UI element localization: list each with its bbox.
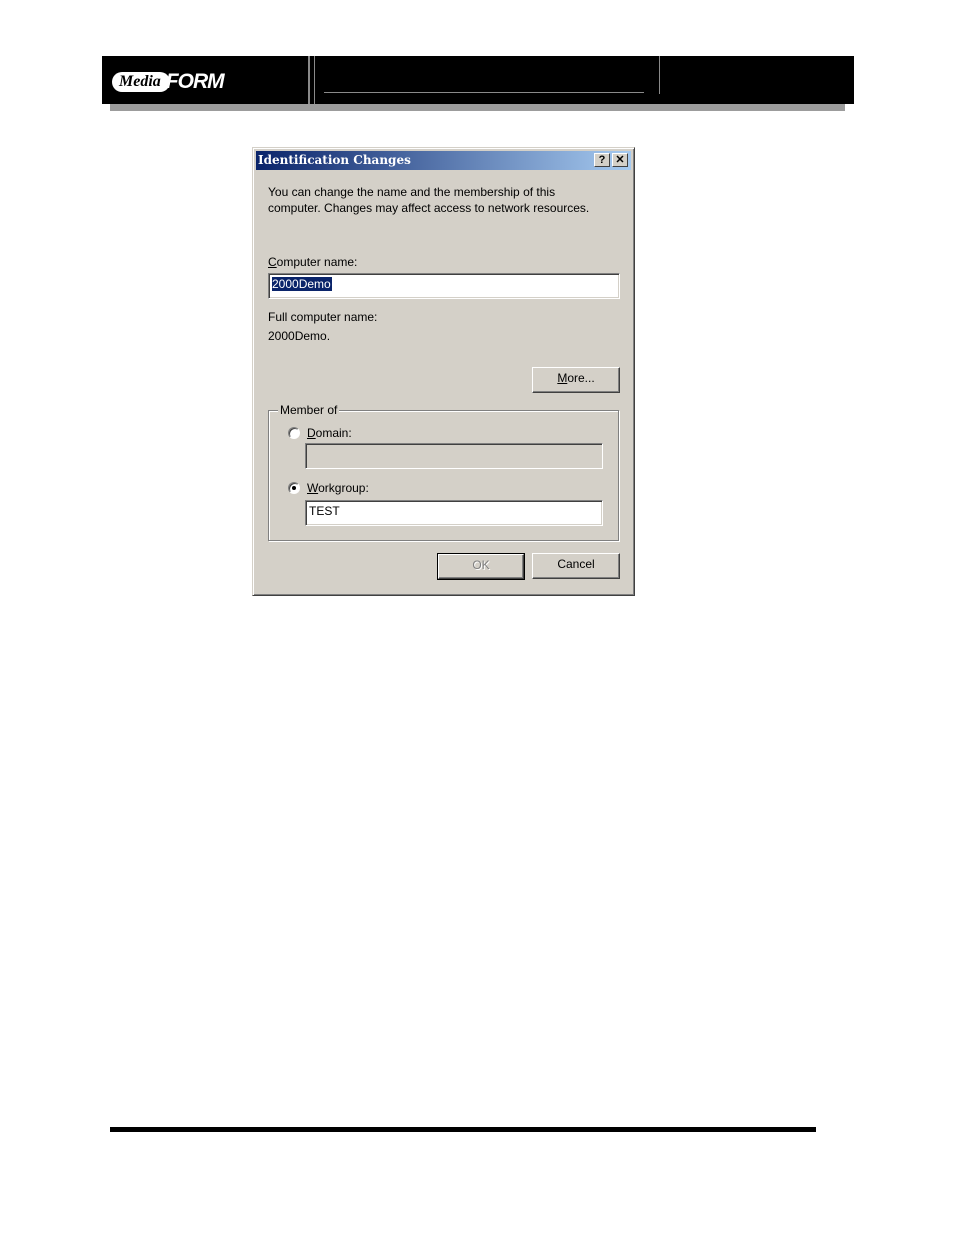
logo-media-text: Media bbox=[112, 72, 170, 92]
workgroup-accel: W bbox=[307, 481, 319, 495]
domain-input[interactable] bbox=[305, 443, 603, 469]
close-icon: ✕ bbox=[615, 154, 625, 166]
document-header: Media FORM bbox=[102, 56, 854, 104]
workgroup-input[interactable]: TEST bbox=[305, 500, 603, 526]
header-rule bbox=[324, 92, 644, 93]
help-icon: ? bbox=[598, 154, 606, 166]
full-computer-name-label: Full computer name: bbox=[268, 310, 378, 324]
member-of-group: Member of Domain: Workgroup: TEST bbox=[268, 403, 619, 541]
logo-form-text: FORM bbox=[165, 70, 225, 93]
workgroup-radio-dot bbox=[292, 486, 296, 490]
domain-accel: D bbox=[307, 426, 316, 440]
close-button[interactable]: ✕ bbox=[612, 153, 628, 167]
workgroup-label-rest: orkgroup: bbox=[318, 481, 369, 495]
full-computer-name-value: 2000Demo. bbox=[268, 329, 331, 343]
computer-name-label: Computer name: bbox=[268, 255, 357, 270]
computer-name-label-rest: omputer name: bbox=[276, 255, 358, 269]
computer-name-input[interactable]: 2000Demo bbox=[268, 273, 620, 299]
workgroup-value: TEST bbox=[309, 504, 340, 518]
help-button[interactable]: ? bbox=[594, 153, 610, 167]
domain-label-rest: omain: bbox=[315, 426, 352, 440]
more-label-rest: ore... bbox=[567, 371, 595, 385]
dialog-title: Identification Changes bbox=[258, 153, 411, 167]
domain-radio[interactable] bbox=[288, 427, 300, 439]
description-line-1: You can change the name and the membersh… bbox=[268, 185, 556, 199]
more-button[interactable]: More... bbox=[532, 367, 620, 393]
workgroup-radio[interactable] bbox=[288, 482, 300, 494]
computer-name-accel: C bbox=[268, 255, 277, 269]
mediaform-logo: Media FORM bbox=[112, 70, 237, 94]
more-accel: M bbox=[557, 371, 568, 385]
dialog-titlebar[interactable]: Identification Changes ? ✕ bbox=[256, 151, 631, 170]
workgroup-label[interactable]: Workgroup: bbox=[307, 481, 369, 496]
ok-button[interactable]: OK bbox=[437, 553, 525, 580]
header-divider bbox=[314, 56, 315, 104]
member-of-legend: Member of bbox=[278, 403, 340, 418]
domain-label[interactable]: Domain: bbox=[307, 426, 352, 441]
identification-changes-dialog: Identification Changes ? ✕ You can chang… bbox=[252, 147, 635, 596]
header-divider bbox=[659, 56, 660, 94]
header-divider bbox=[308, 56, 310, 104]
description-line-2: computer. Changes may affect access to n… bbox=[268, 201, 590, 215]
computer-name-value: 2000Demo bbox=[272, 277, 332, 291]
cancel-button[interactable]: Cancel bbox=[532, 553, 620, 579]
footer-rule bbox=[110, 1127, 816, 1132]
